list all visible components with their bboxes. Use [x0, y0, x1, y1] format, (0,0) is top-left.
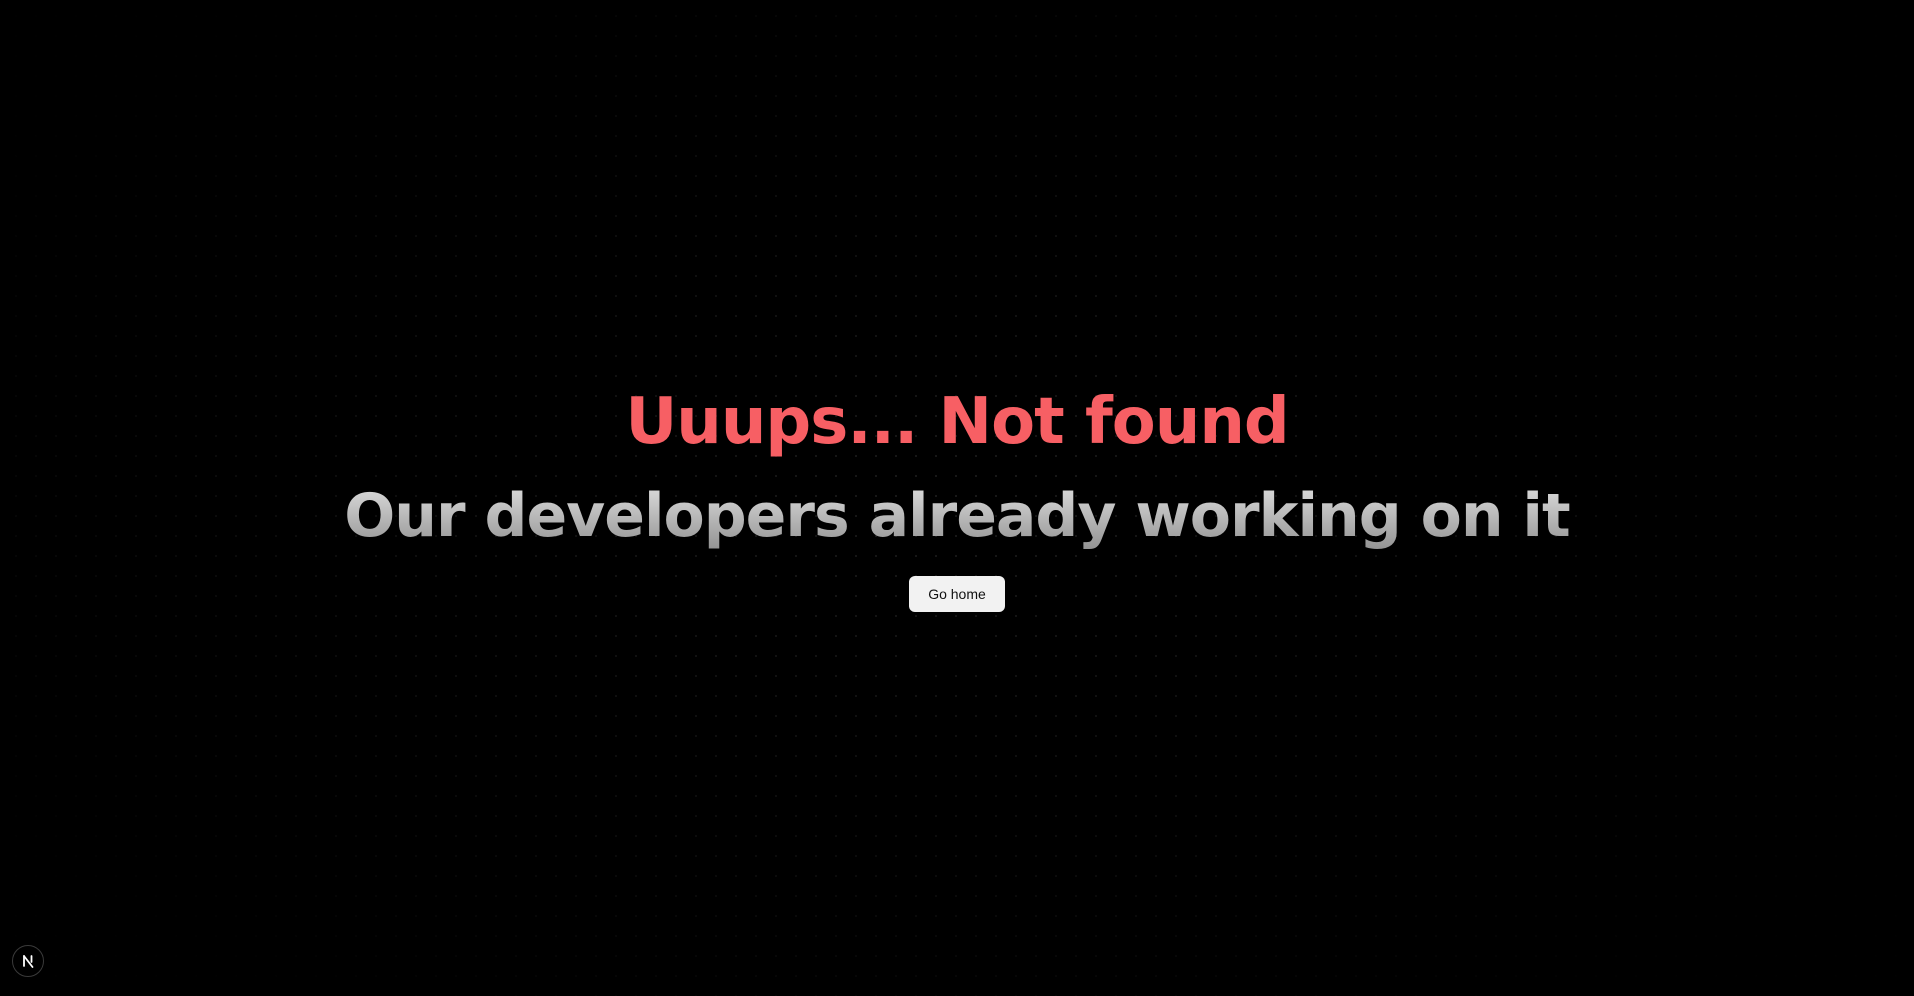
action-row: Go home — [0, 576, 1914, 612]
page-title: Uuups... Not found — [625, 385, 1289, 459]
not-found-content: Uuups... Not found Our developers alread… — [0, 378, 1914, 612]
nextjs-dev-badge[interactable] — [12, 945, 44, 977]
go-home-button[interactable]: Go home — [909, 576, 1005, 612]
nextjs-icon — [23, 955, 34, 968]
page-subtitle: Our developers already working on it — [0, 476, 1914, 556]
